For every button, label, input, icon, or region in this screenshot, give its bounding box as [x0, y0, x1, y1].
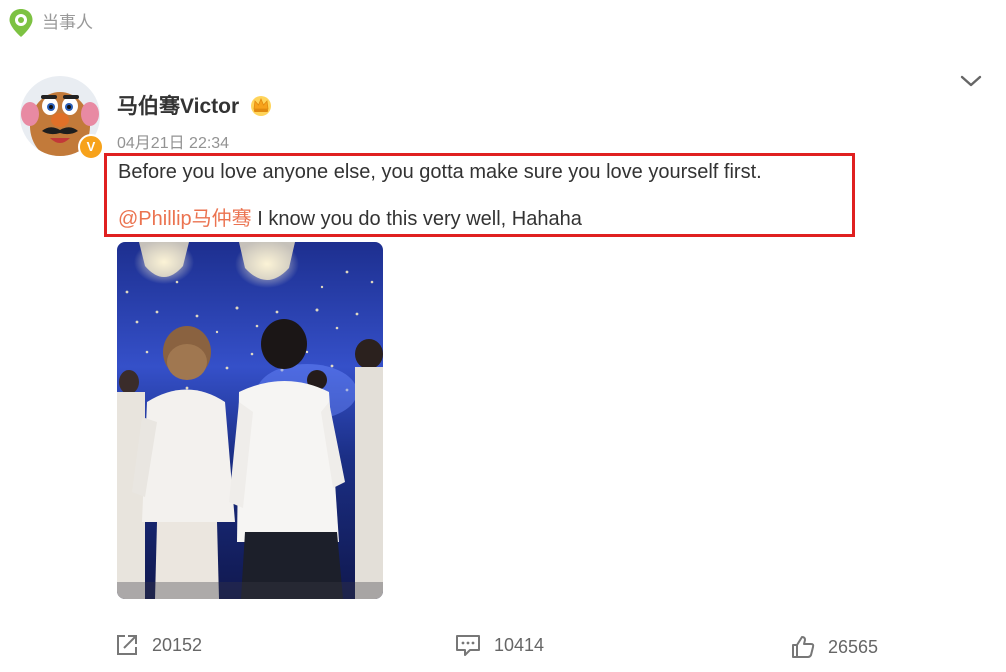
repost-button[interactable]: 20152: [114, 632, 202, 658]
chevron-down-icon[interactable]: [958, 70, 984, 92]
repost-count: 20152: [152, 634, 203, 655]
topic-tag[interactable]: 当事人: [8, 8, 93, 38]
verified-badge: V: [78, 134, 104, 160]
location-pin-icon: [8, 8, 34, 38]
author-name-row: 马伯骞Victor: [117, 90, 273, 120]
mention-link[interactable]: @Phillip马仲骞: [118, 208, 252, 230]
comment-button[interactable]: 10414: [454, 632, 544, 658]
post-timestamp[interactable]: 04月21日 22:34: [117, 129, 229, 153]
topic-label: 当事人: [42, 13, 93, 32]
post-text-line2: @Phillip马仲骞 I know you do this very well…: [118, 202, 582, 231]
party-photo: [117, 242, 383, 599]
share-icon: [114, 632, 140, 658]
crown-icon: [249, 93, 273, 117]
post-text-line1: Before you love anyone else, you gotta m…: [118, 161, 762, 183]
author-avatar[interactable]: V: [20, 76, 104, 160]
like-button[interactable]: 26565: [790, 634, 878, 660]
like-count: 26565: [828, 636, 879, 657]
thumbs-up-icon: [790, 634, 816, 660]
comment-count: 10414: [494, 634, 545, 655]
author-name[interactable]: 马伯骞Victor: [117, 90, 239, 120]
weibo-post-page: 当事人 V 马伯骞Victor 04月21日 22:34 Before you …: [0, 0, 1006, 672]
post-text-line2-rest: I know you do this very well, Hahaha: [251, 208, 582, 230]
comment-icon: [454, 632, 482, 658]
post-photo[interactable]: [117, 242, 383, 599]
